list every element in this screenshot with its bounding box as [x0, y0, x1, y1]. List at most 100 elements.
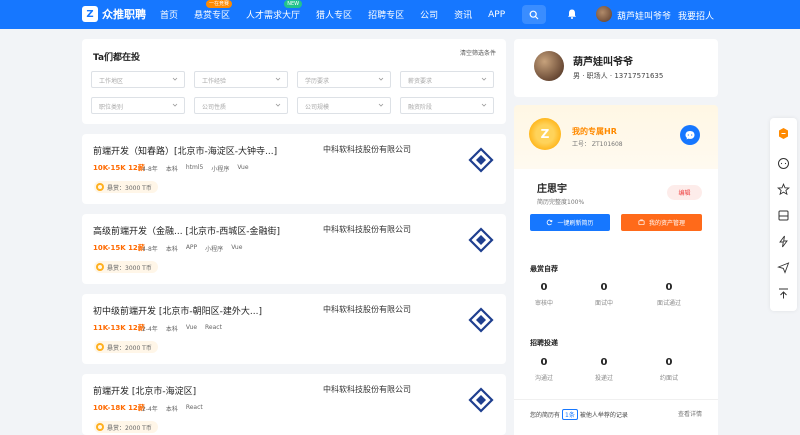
filter-company-size-select[interactable]: 公司规模 — [297, 97, 391, 114]
job-salary: 10K-15K 12薪 — [93, 244, 145, 252]
job-tag: html5 — [185, 164, 204, 171]
hire-link[interactable]: 我要招人 — [678, 9, 714, 22]
stat-interview-scheduled[interactable]: 0 约面试 — [639, 357, 699, 382]
stat-interviewing[interactable]: 0 面试中 — [574, 282, 634, 307]
coin-icon — [96, 423, 104, 431]
nav-item-hunter[interactable]: 猎人专区 — [316, 8, 352, 21]
job-title[interactable]: 前端开发 [北京市-海淀区] — [93, 384, 196, 397]
assets-label: 我的资产管理 — [648, 220, 685, 227]
send-icon[interactable] — [777, 261, 790, 274]
stat-interview-passed[interactable]: 0 面试通过 — [639, 282, 699, 307]
profile-card: 葫芦娃叫爷爷 男 · 职场人 · 13717571635 — [514, 39, 718, 97]
stat-delivered[interactable]: 0 投递过 — [574, 357, 634, 382]
back-to-top-icon[interactable] — [777, 287, 790, 300]
inbox-icon[interactable] — [777, 209, 790, 222]
nav-item-label: 首页 — [160, 11, 179, 21]
resume-recommend-text: 您的简历有 1条 被他人举荐的记录 — [530, 409, 628, 420]
delivery-stats-title: 招聘投递 — [530, 339, 558, 347]
filter-salary-select[interactable]: 薪资要求 — [400, 71, 494, 88]
search-button[interactable] — [522, 5, 546, 24]
resume-recommend-count: 1条 — [562, 409, 578, 420]
stat-label: 沟通过 — [534, 375, 553, 382]
job-card[interactable]: 初中级前端开发 [北京市-朝阳区-建外大...] 中科软科技股份有限公司 11K… — [82, 294, 506, 364]
nav-avatar[interactable] — [596, 6, 612, 22]
stat-label: 面试中 — [594, 300, 613, 307]
job-tag: 2-4年 — [142, 406, 158, 413]
bounty-text: 悬赏：3000 T币 — [107, 184, 152, 192]
nav-item-recruit[interactable]: 招聘专区 — [368, 8, 404, 21]
profile-info: 男 · 职场人 · 13717571635 — [573, 72, 664, 80]
job-tag: Vue — [185, 324, 198, 331]
company-logo-icon — [468, 147, 494, 173]
nav-user-name[interactable]: 葫芦娃叫爷爷 — [617, 9, 671, 22]
brand-name: 众推职聘 — [102, 8, 146, 21]
job-title[interactable]: 初中级前端开发 [北京市-朝阳区-建外大...] — [93, 304, 262, 317]
nav-item-bounty[interactable]: 悬赏专区 一在竞赛 — [194, 0, 233, 21]
nav-item-app[interactable]: APP — [488, 10, 505, 20]
resume-completeness: 简历完整度100% — [537, 199, 585, 206]
filter-experience-select[interactable]: 工作经验 — [194, 71, 288, 88]
hr-chat-button[interactable] — [680, 125, 700, 145]
job-company[interactable]: 中科软科技股份有限公司 — [323, 384, 411, 395]
resume-section: 庄思宇 简历完整度100% 编辑 一键刷新简历 我的资产管理 — [514, 169, 718, 247]
select-placeholder: 学历要求 — [305, 78, 330, 85]
refresh-resume-button[interactable]: 一键刷新简历 — [530, 214, 610, 231]
top-nav: Z 众推职聘 首页 悬赏专区 一在竞赛 人才需求大厅 NEW 猎人专区 招聘专区 公… — [0, 0, 800, 29]
job-card[interactable]: 前端开发 [北京市-海淀区] 中科软科技股份有限公司 10K-18K 12薪 2… — [82, 374, 506, 435]
company-logo-icon — [468, 307, 494, 333]
nav-item-talent-hall[interactable]: 人才需求大厅 NEW — [246, 0, 303, 21]
nav-badge: 一在竞赛 — [206, 0, 233, 8]
chevron-down-icon — [481, 103, 487, 107]
nav-item-label: 猎人专区 — [316, 11, 353, 21]
job-tag: 本科 — [165, 246, 178, 253]
filter-region-select[interactable]: 工作地区 — [91, 71, 185, 88]
stat-reviewing[interactable]: 0 审核中 — [514, 282, 574, 307]
bounty-badge: 悬赏：2000 T币 — [94, 341, 158, 353]
job-title[interactable]: 前端开发（知春路）[北京市-海淀区-大钟寺...] — [93, 144, 277, 157]
filter-funding-select[interactable]: 融资阶段 — [400, 97, 494, 114]
company-logo-icon — [468, 387, 494, 413]
filter-panel: Ta们都在投 清空筛选条件 工作地区 工作经验 学历要求 薪资要求 职位类别 公… — [82, 39, 506, 124]
select-placeholder: 工作地区 — [99, 78, 124, 85]
job-tag: 2-4年 — [142, 326, 158, 333]
filter-education-select[interactable]: 学历要求 — [297, 71, 391, 88]
job-tag: APP — [185, 244, 198, 251]
message-icon[interactable] — [777, 157, 790, 170]
stat-value: 0 — [665, 357, 673, 368]
job-tags: 2-4年 本科 React — [142, 404, 203, 413]
select-placeholder: 工作经验 — [202, 78, 227, 85]
brand-logo[interactable]: Z 众推职聘 — [82, 6, 146, 22]
wallet-icon — [638, 219, 645, 226]
job-company[interactable]: 中科软科技股份有限公司 — [323, 224, 411, 235]
nav-item-company[interactable]: 公司 — [420, 8, 438, 21]
chevron-down-icon — [275, 77, 281, 81]
refresh-resume-label: 一键刷新简历 — [557, 220, 594, 227]
nav-badge: NEW — [284, 0, 303, 8]
job-card[interactable]: 高级前端开发（金融... [北京市-西城区-金融街] 中科软科技股份有限公司 1… — [82, 214, 506, 284]
job-company[interactable]: 中科软科技股份有限公司 — [323, 144, 411, 155]
stat-label: 约面试 — [659, 375, 678, 382]
select-placeholder: 公司规模 — [305, 104, 330, 111]
select-placeholder: 职位类别 — [99, 104, 124, 111]
view-details-link[interactable]: 查看详情 — [678, 409, 702, 418]
job-company[interactable]: 中科软科技股份有限公司 — [323, 304, 411, 315]
job-tag: 本科 — [165, 406, 178, 413]
edit-button[interactable]: 编辑 — [667, 185, 702, 200]
nav-item-home[interactable]: 首页 — [160, 8, 178, 21]
job-salary: 10K-15K 12薪 — [93, 164, 145, 172]
stat-value: 0 — [540, 357, 548, 368]
coupon-icon[interactable] — [777, 127, 790, 140]
bell-icon[interactable] — [566, 8, 578, 20]
filter-company-type-select[interactable]: 公司性质 — [194, 97, 288, 114]
star-icon[interactable] — [777, 183, 790, 196]
job-title[interactable]: 高级前端开发（金融... [北京市-西城区-金融街] — [93, 224, 280, 237]
filter-category-select[interactable]: 职位类别 — [91, 97, 185, 114]
avatar[interactable] — [534, 51, 564, 81]
job-card[interactable]: 前端开发（知春路）[北京市-海淀区-大钟寺...] 中科软科技股份有限公司 10… — [82, 134, 506, 204]
resume-recommend-prefix: 您的简历有 — [530, 412, 561, 419]
clear-filters-link[interactable]: 清空筛选条件 — [460, 48, 496, 57]
assets-button[interactable]: 我的资产管理 — [621, 214, 702, 231]
stat-contacted[interactable]: 0 沟通过 — [514, 357, 574, 382]
nav-item-news[interactable]: 资讯 — [454, 8, 472, 21]
lightning-icon[interactable] — [777, 235, 790, 248]
